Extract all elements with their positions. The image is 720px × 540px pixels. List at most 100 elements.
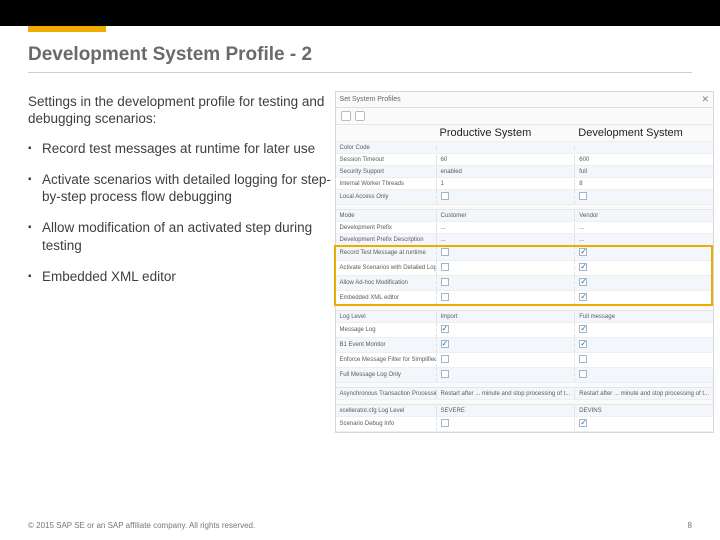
bullet-1: Record test messages at runtime for late…	[42, 140, 335, 157]
cell-text: 8	[579, 181, 582, 187]
row-label: Asynchronous Transaction Processing	[336, 389, 436, 399]
row-label: Local Access Only	[336, 192, 436, 202]
divider	[28, 72, 692, 73]
prod-cell: 1	[436, 179, 575, 189]
table-row: Local Access Only	[336, 190, 713, 205]
panel-toolbar	[336, 108, 713, 125]
table-row: Color Code	[336, 142, 713, 154]
prod-cell: ...	[436, 223, 575, 233]
row-label: B1 Event Monitor	[336, 340, 436, 350]
checkbox[interactable]	[441, 263, 449, 271]
row-label: Development Prefix	[336, 223, 436, 233]
checkbox[interactable]	[441, 355, 449, 363]
dev-cell	[574, 368, 713, 382]
prod-cell	[436, 368, 575, 382]
dev-cell: ...	[574, 223, 713, 233]
profile-grid: Productive System Development System Col…	[336, 125, 713, 432]
checkbox[interactable]	[441, 278, 449, 286]
checkbox[interactable]	[579, 278, 587, 286]
screenshot-panel-wrapper: Set System Profiles ✕ Productive System …	[335, 83, 720, 433]
cell-text: 60	[441, 157, 448, 163]
bullet-3: Allow modification of an activated step …	[42, 219, 335, 254]
refresh-icon[interactable]	[355, 111, 365, 121]
checkbox[interactable]	[441, 293, 449, 301]
cell-text: Vendor	[579, 213, 598, 219]
table-row: Internal Worker Threads18	[336, 178, 713, 190]
close-icon[interactable]: ✕	[701, 94, 709, 105]
cell-text: 600	[579, 157, 589, 163]
checkbox[interactable]	[579, 355, 587, 363]
dev-cell: Restart after ... minute and stop proces…	[574, 389, 713, 399]
save-icon[interactable]	[341, 111, 351, 121]
checkbox[interactable]	[579, 325, 587, 333]
checkbox[interactable]	[579, 419, 587, 427]
prod-cell	[436, 417, 575, 431]
bullet-2: Activate scenarios with detailed logging…	[42, 171, 335, 206]
table-row: B1 Event Monitor	[336, 338, 713, 353]
table-row: Allow Ad-hoc Modification	[336, 276, 713, 291]
cell-text: ...	[579, 237, 584, 243]
grid-header: Productive System Development System	[336, 125, 713, 142]
col-productive: Productive System	[436, 125, 575, 141]
checkbox[interactable]	[441, 340, 449, 348]
table-row: ModeCustomerVendor	[336, 210, 713, 222]
prod-cell	[436, 338, 575, 352]
row-label: Scenario Debug Info	[336, 419, 436, 429]
cell-text: Import	[441, 314, 458, 320]
row-label: Message Log	[336, 325, 436, 335]
checkbox[interactable]	[579, 370, 587, 378]
table-row: Development Prefix......	[336, 222, 713, 234]
table-row: Record Test Message at runtime	[336, 246, 713, 261]
prod-cell	[436, 291, 575, 305]
dev-cell	[574, 190, 713, 204]
cell-text: ...	[441, 225, 446, 231]
slide-footer: © 2015 SAP SE or an SAP affiliate compan…	[0, 515, 720, 540]
checkbox[interactable]	[441, 248, 449, 256]
panel-title: Set System Profiles	[340, 96, 401, 103]
prod-cell: SEVERE	[436, 406, 575, 416]
checkbox[interactable]	[579, 248, 587, 256]
dev-cell	[574, 246, 713, 260]
row-label: Activate Scenarios with Detailed Logging	[336, 263, 436, 273]
row-label: xcellerator.cfg Log Level	[336, 406, 436, 416]
panel-titlebar: Set System Profiles ✕	[336, 92, 713, 108]
page-number: 8	[688, 521, 692, 530]
cell-text: Restart after ... minute and stop proces…	[579, 391, 709, 397]
bullet-marker: ▪	[28, 268, 42, 285]
checkbox[interactable]	[441, 370, 449, 378]
row-label: Internal Worker Threads	[336, 179, 436, 189]
row-label: Mode	[336, 211, 436, 221]
row-label: Embedded XML editor	[336, 293, 436, 303]
accent-gold-bar	[28, 26, 106, 32]
bullet-marker: ▪	[28, 140, 42, 157]
table-row: Scenario Debug Info	[336, 417, 713, 432]
checkbox[interactable]	[441, 192, 449, 200]
table-row: Log LevelImportFull message	[336, 311, 713, 323]
checkbox[interactable]	[441, 325, 449, 333]
top-black-bar	[0, 0, 720, 26]
dev-cell	[574, 338, 713, 352]
left-text-column: Settings in the development profile for …	[28, 83, 335, 433]
dev-cell	[574, 323, 713, 337]
cell-text: ...	[441, 237, 446, 243]
checkbox[interactable]	[579, 340, 587, 348]
table-row: Full Message Log Only	[336, 368, 713, 383]
checkbox[interactable]	[579, 293, 587, 301]
row-label: Full Message Log Only	[336, 370, 436, 380]
dev-cell	[574, 291, 713, 305]
checkbox[interactable]	[441, 419, 449, 427]
cell-text: SEVERE	[441, 408, 465, 414]
cell-text: DEVINS	[579, 408, 601, 414]
table-row: Enforce Message Filter for Simplified Ca…	[336, 353, 713, 368]
dev-cell	[574, 353, 713, 367]
bullet-marker: ▪	[28, 219, 42, 254]
table-row: Message Log	[336, 323, 713, 338]
prod-cell	[436, 146, 575, 150]
dev-cell: full	[574, 167, 713, 177]
checkbox[interactable]	[579, 263, 587, 271]
bullet-marker: ▪	[28, 171, 42, 206]
checkbox[interactable]	[579, 192, 587, 200]
content-area: Settings in the development profile for …	[0, 83, 720, 433]
cell-text: full	[579, 169, 587, 175]
col-development: Development System	[574, 125, 713, 141]
